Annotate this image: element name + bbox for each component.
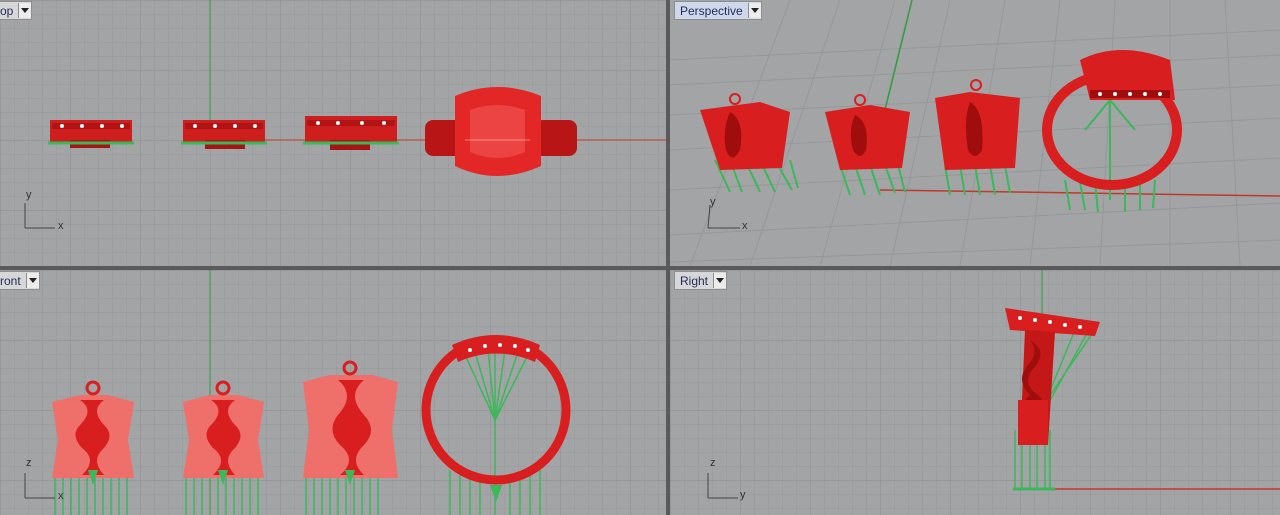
axis-label-vertical: z: [710, 457, 716, 469]
world-x-axis: [879, 189, 1280, 197]
pendant-persp-3: [935, 79, 1020, 196]
viewport-perspective-canvas[interactable]: [670, 0, 1280, 266]
viewport-top-canvas[interactable]: [0, 0, 666, 266]
axis-label-horizontal: x: [58, 490, 64, 502]
viewport-title: op: [0, 3, 14, 18]
viewport-title: Perspective: [680, 3, 743, 18]
viewport-top[interactable]: y x op: [0, 0, 666, 266]
axis-label-horizontal: x: [742, 220, 748, 232]
viewport-right-canvas[interactable]: [670, 270, 1280, 515]
viewport-front[interactable]: z x ront: [0, 270, 666, 515]
axis-label-vertical: y: [710, 196, 716, 208]
ring-persp: [1042, 50, 1182, 213]
axis-triad-icon: [707, 204, 740, 229]
pendant-persp-1: [700, 93, 799, 193]
viewport-right[interactable]: z y Right: [670, 270, 1280, 515]
viewport-tab-perspective[interactable]: Perspective: [674, 1, 762, 20]
pendant-top-1: [48, 120, 134, 148]
viewport-title: Right: [680, 273, 709, 288]
axis-label-horizontal: y: [740, 489, 746, 501]
axis-label-vertical: z: [26, 457, 32, 469]
viewport-tab-front[interactable]: ront: [0, 271, 40, 290]
viewport-tab-right[interactable]: Right: [674, 271, 728, 290]
viewport-perspective[interactable]: y x Perspective: [670, 0, 1280, 266]
viewport-tab-top[interactable]: op: [0, 1, 33, 20]
chevron-down-icon[interactable]: [18, 3, 32, 18]
chevron-down-icon[interactable]: [25, 273, 39, 288]
viewport-title: ront: [0, 273, 21, 288]
chevron-down-icon[interactable]: [747, 3, 761, 18]
viewport-front-canvas[interactable]: [0, 270, 666, 515]
axis-label-vertical: y: [26, 189, 32, 201]
chevron-down-icon[interactable]: [713, 273, 727, 288]
axis-label-horizontal: x: [58, 220, 64, 232]
